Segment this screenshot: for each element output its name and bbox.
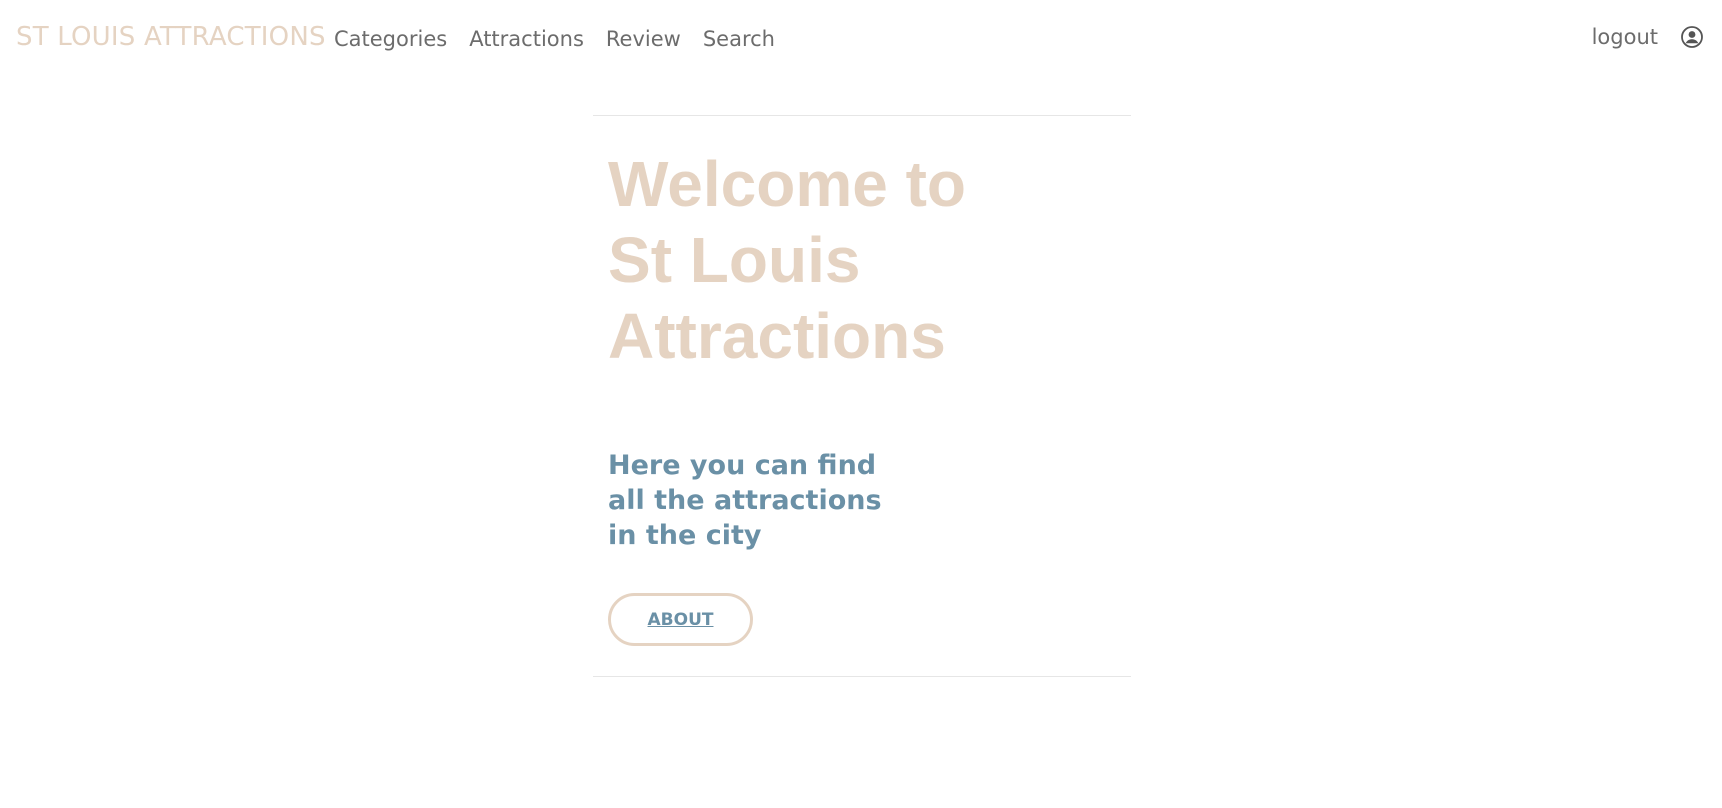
nav-link-review[interactable]: Review (606, 27, 681, 51)
logout-link[interactable]: logout (1592, 25, 1658, 49)
nav-link-attractions[interactable]: Attractions (469, 27, 584, 51)
nav-right: logout (1592, 25, 1704, 49)
brand-link[interactable]: ST LOUIS ATTRACTIONS (16, 22, 326, 52)
hero-title: Welcome to St Louis Attractions (608, 148, 966, 372)
nav-link-categories[interactable]: Categories (334, 27, 447, 51)
hero-subtitle: Here you can find all the attractions in… (608, 450, 882, 551)
hero-section: Welcome to St Louis Attractions Here you… (593, 115, 1131, 677)
nav-links: Categories Attractions Review Search (334, 27, 775, 51)
about-button[interactable]: ABOUT (608, 593, 753, 646)
user-circle-icon[interactable] (1680, 25, 1704, 49)
top-navbar: ST LOUIS ATTRACTIONS Categories Attracti… (0, 0, 1722, 80)
nav-link-search[interactable]: Search (703, 27, 775, 51)
